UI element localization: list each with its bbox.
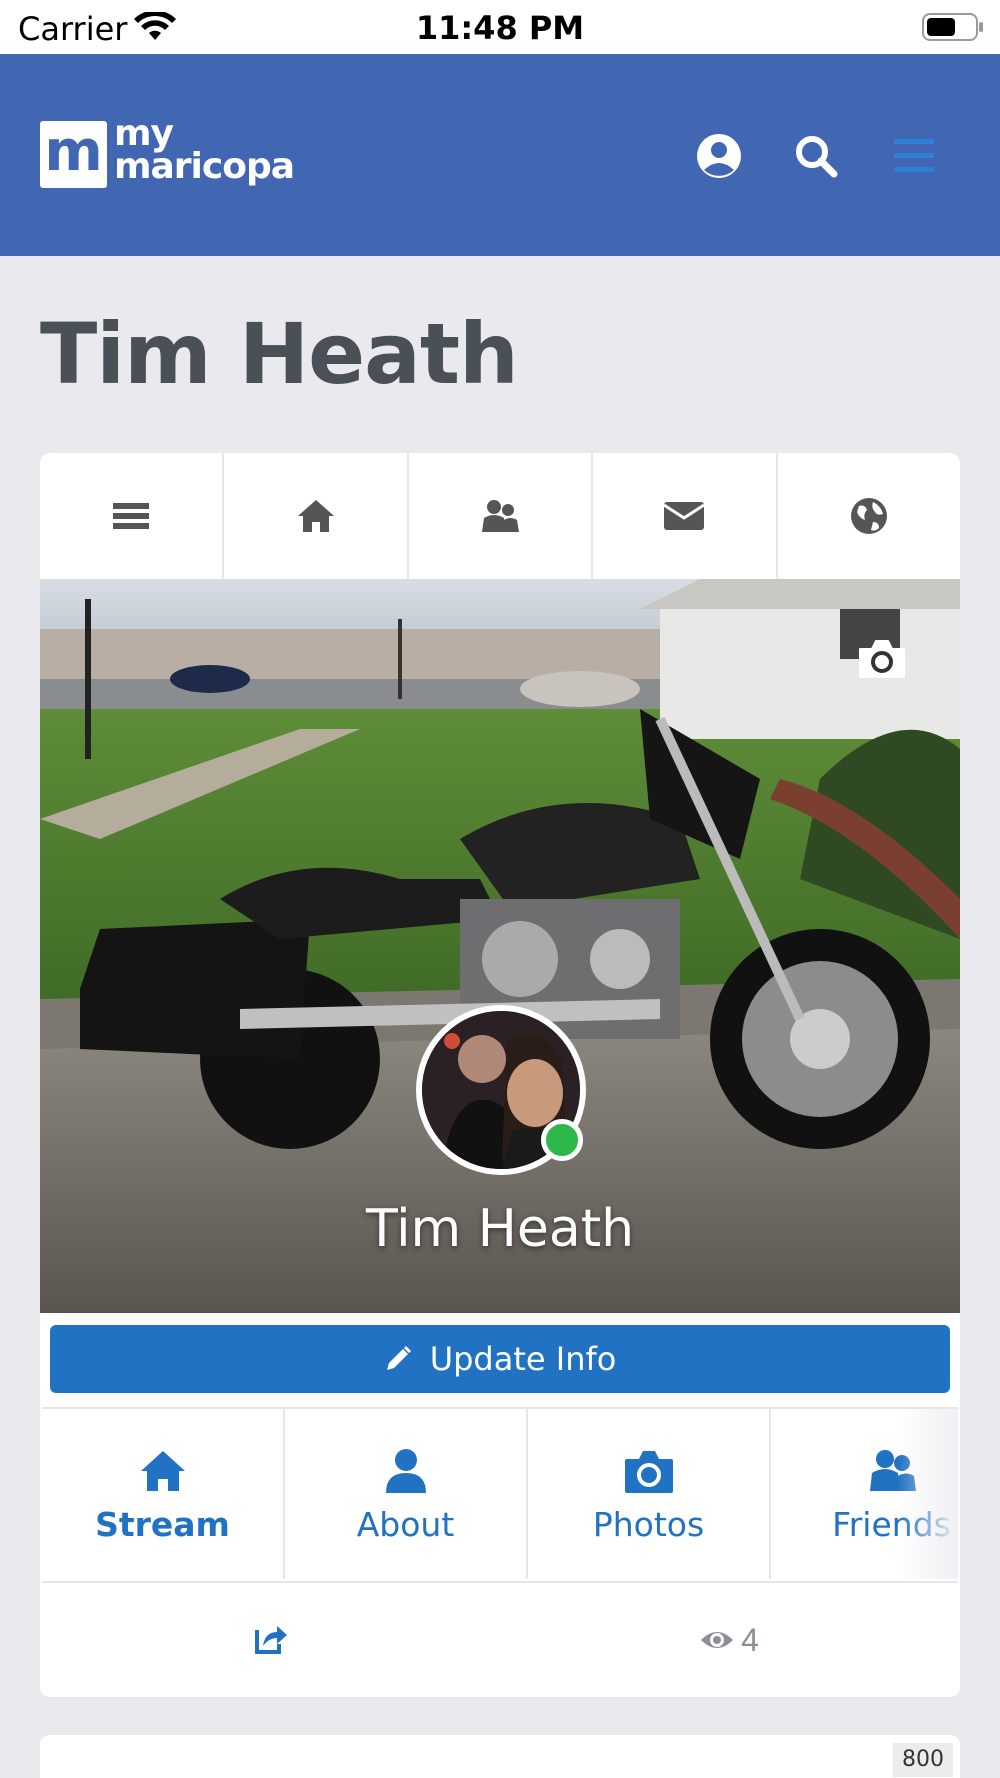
camera-icon (859, 640, 905, 678)
user-icon (385, 1448, 426, 1493)
pencil-icon (386, 1346, 411, 1370)
tab-about-label: About (356, 1504, 455, 1544)
tab-stream[interactable]: Stream (42, 1409, 285, 1579)
tab-stream-label: Stream (95, 1504, 230, 1544)
tab-friends[interactable]: Friends (771, 1409, 960, 1579)
search-icon[interactable] (788, 128, 844, 184)
logo-line-2: maricopa (114, 146, 295, 187)
home-icon (297, 500, 334, 532)
page-title: Tim Heath (40, 305, 519, 403)
menu-bars-button[interactable] (40, 453, 225, 579)
eye-icon (701, 1632, 734, 1648)
users-icon (482, 500, 520, 532)
hamburger-menu-icon[interactable] (886, 128, 942, 184)
update-info-button[interactable]: Update Info (50, 1325, 950, 1393)
site-header: m my maricopa (0, 54, 1000, 256)
cover-photo: Tim Heath (40, 579, 960, 1313)
view-count-value: 4 (741, 1621, 759, 1658)
battery-icon (922, 13, 983, 41)
envelope-icon (663, 502, 706, 530)
tab-photos-label: Photos (592, 1504, 705, 1544)
width-badge: 800 (893, 1743, 953, 1777)
mymaricopa-logo[interactable]: m my maricopa (40, 113, 295, 201)
tab-friends-label: Friends (832, 1504, 951, 1544)
tab-photos[interactable]: Photos (528, 1409, 771, 1579)
home-icon (140, 1450, 185, 1491)
friends-button[interactable] (409, 453, 594, 579)
online-status-indicator (541, 1119, 583, 1161)
user-circle-icon[interactable] (691, 128, 747, 184)
clock-time: 11:48 PM (415, 9, 585, 47)
change-cover-button[interactable] (856, 637, 908, 681)
globe-icon (850, 498, 887, 534)
menu-bars-icon (113, 503, 150, 529)
cover-profile-name: Tim Heath (365, 1199, 635, 1259)
update-info-label: Update Info (429, 1340, 617, 1378)
home-button[interactable] (224, 453, 409, 579)
status-bar: Carrier 11:48 PM (0, 0, 1000, 54)
profile-icon-bar (40, 453, 960, 579)
profile-nav: Stream About Photos Friends (42, 1407, 958, 1579)
camera-icon (624, 1450, 673, 1493)
messages-button[interactable] (593, 453, 778, 579)
view-count: 4 (699, 1622, 759, 1659)
profile-actions: 4 (42, 1581, 958, 1697)
share-button[interactable] (253, 1620, 289, 1661)
tab-about[interactable]: About (285, 1409, 528, 1579)
users-icon (869, 1449, 916, 1491)
logo-mark: m (40, 121, 107, 188)
next-card (40, 1735, 960, 1778)
profile-card: Tim Heath Update Info Stream About Photo… (40, 453, 960, 1697)
globe-button[interactable] (778, 453, 960, 579)
share-icon (255, 1625, 287, 1654)
